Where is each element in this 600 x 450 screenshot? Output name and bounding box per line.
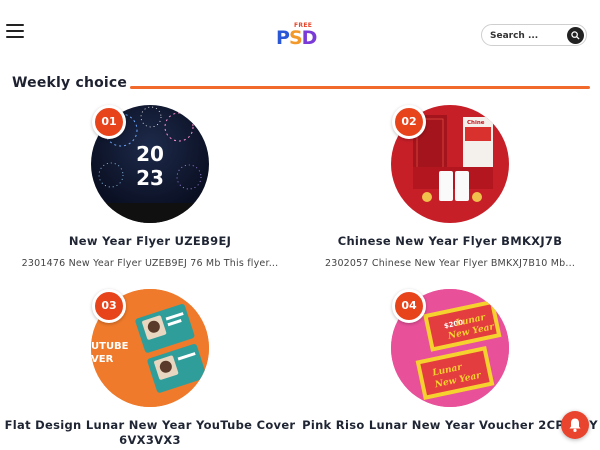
search-icon (571, 31, 580, 40)
svg-text:VER: VER (91, 354, 114, 365)
post-title-link[interactable]: Chinese New Year Flyer BMKXJ7B (302, 234, 598, 249)
rank-badge: 02 (392, 105, 426, 139)
svg-text:23: 23 (136, 166, 164, 190)
post-title-link[interactable]: New Year Flyer UZEB9EJ (2, 234, 298, 249)
post-card: $200 Lunar New Year Lunar New Year 04 Pi… (302, 284, 598, 450)
rank-badge: 01 (92, 105, 126, 139)
post-title-link[interactable]: Pink Riso Lunar New Year Voucher 2CP4ECY (302, 418, 598, 433)
svg-text:20: 20 (136, 142, 164, 166)
notification-button[interactable] (561, 411, 589, 439)
post-card: 20 23 01 New Year Flyer UZEB9EJ 2301476 … (2, 100, 298, 280)
search-input[interactable] (490, 28, 560, 43)
post-card: Chine 02 Chinese New Year Flyer BMKXJ7B … (302, 100, 598, 280)
logo-letters: PSD (276, 27, 317, 49)
section-divider (130, 86, 590, 89)
post-title-link[interactable]: Flat Design Lunar New Year YouTube Cover… (2, 418, 298, 448)
site-header: FREE PSD (0, 0, 600, 70)
post-excerpt: 2301476 New Year Flyer UZEB9EJ 76 Mb Thi… (21, 258, 279, 269)
rank-badge: 03 (92, 289, 126, 323)
site-logo[interactable]: FREE PSD (276, 22, 320, 49)
svg-text:Chine: Chine (467, 120, 485, 126)
search-button[interactable] (567, 27, 584, 44)
svg-text:UTUBE: UTUBE (91, 341, 129, 352)
bell-icon (569, 418, 581, 432)
section-title: Weekly choice (12, 75, 128, 91)
search-box (481, 24, 587, 46)
hamburger-menu-icon[interactable] (6, 24, 24, 40)
post-card: UTUBE VER 03 Flat Design Lunar New Year … (2, 284, 298, 450)
post-excerpt: 2302057 Chinese New Year Flyer BMKXJ7B10… (324, 258, 576, 269)
rank-badge: 04 (392, 289, 426, 323)
